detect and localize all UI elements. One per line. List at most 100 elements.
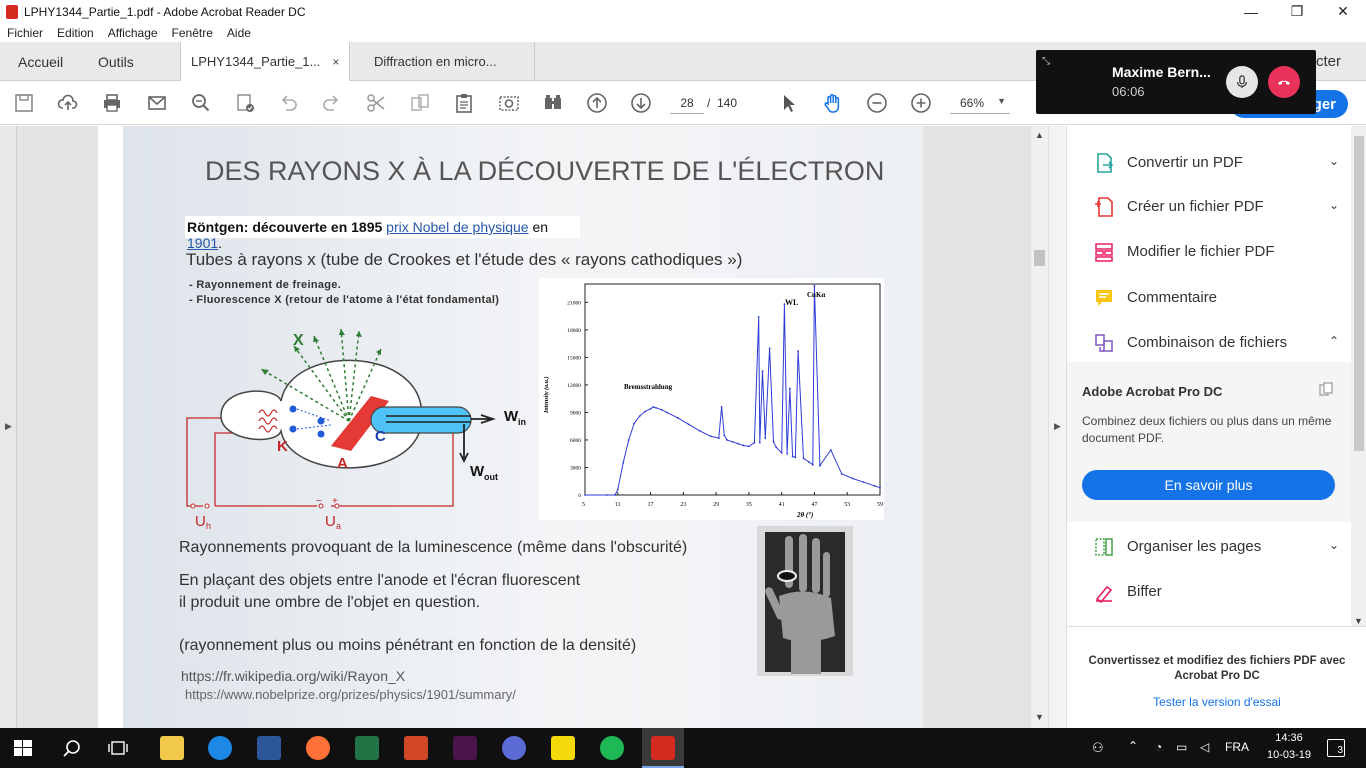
powerpoint-icon[interactable] — [404, 736, 428, 760]
nobel-prize-link[interactable]: prix Nobel de physique — [386, 219, 528, 235]
undo-icon[interactable] — [276, 91, 300, 115]
organize-pages-icon — [1095, 537, 1113, 556]
edge-browser-icon[interactable] — [208, 736, 232, 760]
left-pane-collapsed[interactable]: ▶ — [0, 126, 17, 728]
tool-modifier-pdf[interactable]: Modifier le fichier PDF — [1067, 229, 1351, 274]
mute-button[interactable] — [1226, 66, 1258, 98]
close-window-button[interactable]: ✕ — [1320, 0, 1366, 23]
tab-document-2[interactable]: Diffraction en micro... — [360, 42, 535, 81]
maximize-button[interactable]: ❐ — [1274, 0, 1320, 23]
language-indicator[interactable]: FRA — [1225, 740, 1249, 754]
tool-convertir-pdf[interactable]: Convertir un PDF ⌄ — [1067, 140, 1351, 185]
file-explorer-icon[interactable] — [160, 736, 184, 760]
page-number-input[interactable] — [670, 92, 704, 114]
spectrum-point — [791, 455, 794, 458]
tool-commentaire[interactable]: Commentaire — [1067, 275, 1351, 320]
network-app-icon[interactable] — [502, 736, 526, 760]
chevron-down-icon[interactable]: ⌄ — [1329, 538, 1339, 552]
chevron-down-icon[interactable]: ⌄ — [1329, 154, 1339, 168]
year-1901-link[interactable]: 1901 — [187, 235, 218, 251]
save-icon[interactable] — [12, 91, 36, 115]
zoom-in-icon[interactable] — [909, 91, 933, 115]
tab-close-icon[interactable]: × — [332, 55, 339, 69]
tab-document-active[interactable]: LPHY1344_Partie_1... × — [180, 42, 350, 81]
nobelprize-link[interactable]: https://www.nobelprize.org/prizes/physic… — [185, 687, 516, 702]
expand-left-icon[interactable]: ▶ — [5, 421, 12, 432]
tool-combinaison[interactable]: Combinaison de fichiers ⌃ — [1067, 320, 1351, 365]
zoom-search-icon[interactable] — [189, 91, 213, 115]
battery-icon[interactable]: ▭ — [1176, 740, 1187, 754]
email-icon[interactable] — [145, 91, 169, 115]
x-tick-label: 53 — [844, 502, 850, 508]
tab-accueil[interactable]: Accueil — [18, 42, 63, 81]
menu-edition[interactable]: Edition — [57, 26, 94, 40]
slack-icon[interactable] — [453, 736, 477, 760]
copy-doc-icon — [1319, 382, 1333, 396]
clipboard-icon[interactable] — [452, 91, 476, 115]
minimize-button[interactable]: — — [1228, 0, 1274, 23]
print-icon[interactable] — [100, 91, 124, 115]
accessibility-check-icon[interactable] — [233, 91, 257, 115]
menu-affichage[interactable]: Affichage — [108, 26, 158, 40]
sticky-notes-icon[interactable] — [551, 736, 575, 760]
label-ua-sub: a — [336, 521, 341, 531]
zoom-level-select[interactable]: 66% ▼ — [950, 92, 1010, 114]
task-view-icon[interactable] — [108, 739, 128, 757]
scroll-down-arrow-icon[interactable]: ▼ — [1035, 712, 1044, 722]
tools-scroll-thumb[interactable] — [1354, 136, 1364, 451]
tool-organiser-pages[interactable]: Organiser les pages ⌄ — [1067, 524, 1351, 569]
next-page-icon[interactable] — [629, 91, 653, 115]
chevron-down-icon[interactable]: ⌄ — [1329, 198, 1339, 212]
snapshot-icon[interactable] — [497, 91, 521, 115]
tab-outils[interactable]: Outils — [98, 42, 134, 81]
word-icon[interactable] — [257, 736, 281, 760]
menu-aide[interactable]: Aide — [227, 26, 251, 40]
tools-scroll-down-icon[interactable]: ▼ — [1354, 616, 1363, 626]
menu-fenetre[interactable]: Fenêtre — [172, 26, 213, 40]
select-cursor-icon[interactable] — [777, 91, 801, 115]
previous-page-icon[interactable] — [585, 91, 609, 115]
wikipedia-link[interactable]: https://fr.wikipedia.org/wiki/Rayon_X — [181, 668, 405, 684]
read-mode-icon[interactable] — [541, 91, 565, 115]
chevron-up-icon[interactable]: ⌃ — [1329, 334, 1339, 348]
spectrum-point — [655, 406, 657, 409]
caller-name: Maxime Bern... — [1112, 64, 1211, 80]
volume-icon[interactable]: ◁ — [1200, 740, 1209, 754]
search-icon[interactable] — [62, 739, 82, 759]
firefox-icon[interactable] — [306, 736, 330, 760]
tools-pane-scrollbar[interactable]: ▼ — [1351, 126, 1366, 626]
tool-biffer[interactable]: Biffer — [1067, 569, 1351, 614]
spectrum-point — [652, 406, 655, 408]
cloud-upload-icon[interactable] — [56, 91, 80, 115]
scroll-thumb[interactable] — [1034, 250, 1045, 266]
spotify-icon[interactable] — [600, 736, 624, 760]
menu-fichier[interactable]: Fichier — [7, 26, 43, 40]
copy-icon[interactable] — [408, 91, 432, 115]
clock-time[interactable]: 14:36 — [1263, 732, 1315, 744]
excel-icon[interactable] — [355, 736, 379, 760]
redo-icon[interactable] — [320, 91, 344, 115]
scissors-icon[interactable] — [364, 91, 388, 115]
show-hidden-icons-chevron[interactable]: ⌃ — [1128, 739, 1138, 753]
tab-right-partial[interactable]: cter — [1316, 42, 1341, 81]
windows-start-icon[interactable] — [14, 740, 32, 756]
hand-tool-icon[interactable] — [821, 91, 845, 115]
tool-creer-pdf[interactable]: Créer un fichier PDF ⌄ — [1067, 184, 1351, 229]
minimize-call-icon[interactable]: ⤡ — [1042, 56, 1054, 68]
call-overlay[interactable]: ⤡ Maxime Bern... 06:06 — [1036, 50, 1316, 114]
zoom-out-icon[interactable] — [865, 91, 889, 115]
document-vertical-scrollbar[interactable]: ▲ ▼ — [1031, 126, 1048, 728]
acrobat-taskbar-button[interactable] — [642, 728, 684, 768]
collapse-right-icon[interactable]: ▶ — [1054, 421, 1061, 432]
notification-center-icon[interactable]: 3 — [1327, 739, 1345, 757]
water-in-arrow — [471, 414, 496, 424]
wifi-icon[interactable]: ◔ — [1155, 740, 1162, 754]
tester-version-link[interactable]: Tester la version d'essai — [1067, 695, 1366, 709]
clock-date[interactable]: 10-03-19 — [1260, 749, 1318, 761]
people-icon[interactable]: ⚇ — [1092, 740, 1104, 756]
hang-up-button[interactable] — [1268, 66, 1300, 98]
en-savoir-plus-button[interactable]: En savoir plus — [1082, 470, 1335, 500]
scroll-up-arrow-icon[interactable]: ▲ — [1035, 130, 1044, 140]
slide: DES RAYONS X À LA DÉCOUVERTE DE L'ÉLECTR… — [123, 126, 923, 728]
right-pane-toggle[interactable]: ▶ — [1048, 126, 1066, 728]
